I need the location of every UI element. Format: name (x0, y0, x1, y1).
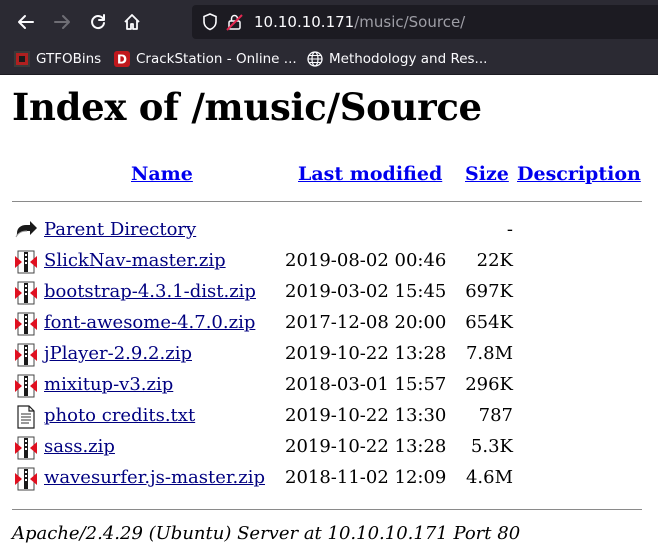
file-size: 296K (465, 374, 513, 395)
bookmark-gtfobins[interactable]: GTFOBins (14, 49, 101, 69)
file-date: 2019-03-02 15:45 (285, 281, 447, 302)
file-size: 697K (465, 281, 513, 302)
file-date: 2019-10-22 13:28 (285, 343, 447, 364)
page-content: Index of /music/Source Name Last modifie… (0, 75, 658, 549)
file-size: 5.3K (470, 436, 513, 457)
compressed-file-icon (15, 436, 37, 460)
file-link[interactable]: mixitup-v3.zip (44, 374, 173, 395)
bookmark-crackstation[interactable]: D CrackStation - Online ... (114, 49, 297, 69)
compressed-file-icon (15, 312, 37, 336)
bookmark-label: CrackStation - Online ... (136, 51, 297, 67)
server-signature: Apache/2.4.29 (Ubuntu) Server at 10.10.1… (12, 523, 521, 544)
file-date: 2018-11-02 12:09 (285, 467, 447, 488)
compressed-file-icon (15, 281, 37, 305)
forward-arrow-icon (54, 15, 70, 29)
file-size: 22K (476, 250, 513, 271)
back-folder-icon (15, 221, 37, 238)
column-header-description[interactable]: Description (517, 163, 641, 185)
back-arrow-icon (18, 15, 34, 29)
file-date: 2018-03-01 15:57 (285, 374, 447, 395)
file-size: 4.6M (465, 467, 513, 488)
footer-divider (12, 509, 642, 510)
compressed-file-icon (15, 467, 37, 491)
compressed-file-icon (15, 250, 37, 274)
header-divider (12, 201, 642, 202)
bookmark-label: GTFOBins (36, 51, 102, 67)
url-bar[interactable]: 10.10.10.171/music/Source/ (192, 5, 658, 39)
home-button[interactable] (118, 8, 146, 36)
compressed-file-icon (15, 374, 37, 398)
url-path: /music/Source/ (354, 13, 466, 31)
bookmark-label: Methodology and Res... (329, 51, 488, 67)
reload-icon (91, 14, 105, 30)
gtfobins-icon (14, 51, 30, 67)
shield-icon[interactable] (202, 13, 218, 31)
compressed-file-icon (15, 343, 37, 367)
file-date: 2019-10-22 13:28 (285, 436, 447, 457)
forward-button[interactable] (48, 8, 76, 36)
file-size: 7.8M (465, 343, 513, 364)
url-host: 10.10.10.171 (254, 13, 355, 31)
file-link[interactable]: bootstrap-4.3.1-dist.zip (44, 281, 256, 302)
bookmarks-bar: GTFOBins D CrackStation - Online ... Met… (0, 44, 658, 75)
parent-size: - (506, 219, 513, 240)
insecure-lock-icon[interactable] (226, 13, 244, 31)
home-icon (124, 14, 140, 30)
page-title: Index of /music/Source (12, 85, 482, 129)
reload-button[interactable] (84, 8, 112, 36)
file-date: 2019-08-02 00:46 (285, 250, 447, 271)
crackstation-icon: D (114, 51, 130, 67)
file-size: 654K (465, 312, 513, 333)
globe-icon (307, 51, 323, 67)
svg-text:D: D (117, 53, 127, 67)
column-header-size[interactable]: Size (465, 163, 509, 185)
column-header-last-modified[interactable]: Last modified (298, 163, 442, 185)
file-size: 787 (478, 405, 513, 426)
file-link[interactable]: jPlayer-2.9.2.zip (44, 343, 192, 364)
file-date: 2019-10-22 13:30 (285, 405, 447, 426)
back-button[interactable] (12, 8, 40, 36)
file-link[interactable]: wavesurfer.js-master.zip (44, 467, 265, 488)
parent-directory-link[interactable]: Parent Directory (44, 219, 196, 240)
column-header-name[interactable]: Name (131, 163, 193, 185)
file-link[interactable]: font-awesome-4.7.0.zip (44, 312, 255, 333)
file-link[interactable]: SlickNav-master.zip (44, 250, 226, 271)
url-text[interactable]: 10.10.10.171/music/Source/ (254, 13, 465, 31)
file-date: 2017-12-08 20:00 (285, 312, 447, 333)
file-link[interactable]: photo credits.txt (44, 405, 195, 426)
file-link[interactable]: sass.zip (44, 436, 115, 457)
browser-toolbar: 10.10.10.171/music/Source/ (0, 0, 658, 44)
bookmark-methodology[interactable]: Methodology and Res... (307, 49, 487, 69)
text-file-icon (17, 405, 35, 429)
